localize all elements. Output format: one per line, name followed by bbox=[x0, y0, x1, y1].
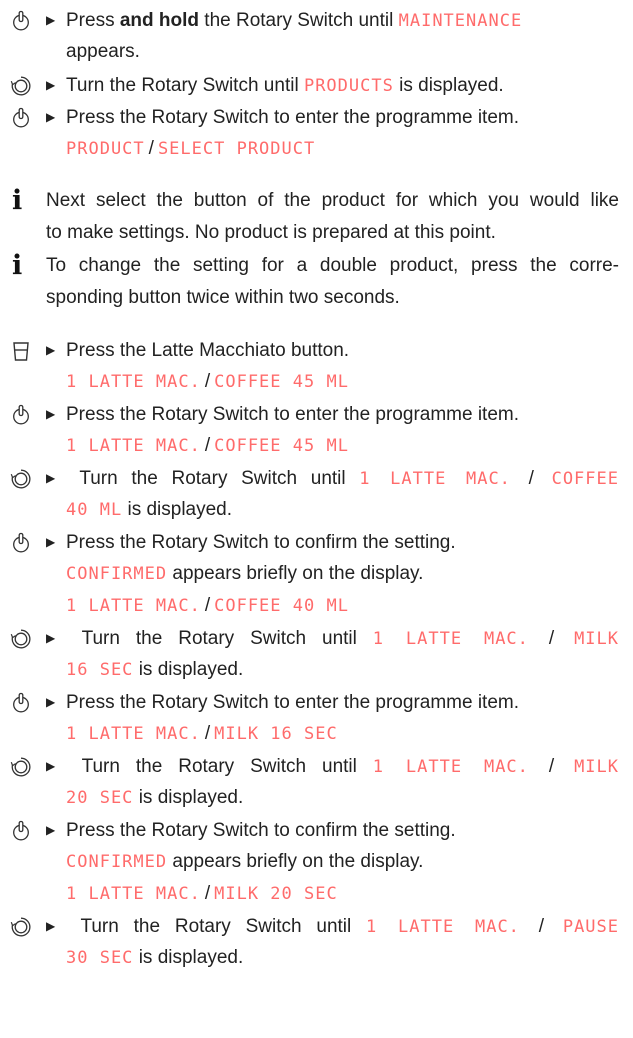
display-text: 30 SEC bbox=[66, 948, 134, 968]
press-switch-icon bbox=[10, 820, 32, 842]
step-text: the Rotary Switch until bbox=[199, 10, 399, 31]
rotate-switch-icon bbox=[10, 75, 32, 97]
step-text: Press the Latte Macchiato button. bbox=[66, 340, 350, 361]
triangle-bullet-icon: ▶ bbox=[46, 343, 56, 357]
display-text: 1 LATTE MAC. bbox=[372, 629, 529, 649]
display-text: 1 LATTE MAC. bbox=[66, 724, 201, 744]
step-text: Press the Rotary Switch to enter the pro… bbox=[66, 404, 520, 425]
separator: / bbox=[204, 371, 211, 392]
display-text: PRODUCTS bbox=[303, 76, 394, 96]
rotate-switch-icon bbox=[10, 468, 32, 490]
display-text: COFFEE 40 ML bbox=[214, 596, 349, 616]
triangle-bullet-icon: ▶ bbox=[46, 78, 56, 92]
info-text: Next select the button of the product fo… bbox=[46, 190, 619, 211]
press-switch-icon bbox=[10, 404, 32, 426]
separator: / bbox=[204, 595, 211, 616]
press-switch-icon bbox=[10, 10, 32, 32]
display-text: 40 ML bbox=[66, 500, 123, 520]
step-text: is displayed. bbox=[133, 787, 244, 808]
triangle-bullet-icon: ▶ bbox=[46, 919, 56, 933]
press-switch-icon bbox=[10, 532, 32, 554]
display-text: 1 LATTE MAC. bbox=[372, 757, 529, 777]
step-text: appears. bbox=[66, 41, 140, 62]
triangle-bullet-icon: ▶ bbox=[46, 823, 56, 837]
display-text: MILK bbox=[574, 629, 620, 649]
info-icon: i bbox=[12, 185, 23, 216]
step-text: Turn the Rotary Switch until bbox=[81, 756, 373, 777]
triangle-bullet-icon: ▶ bbox=[46, 471, 56, 485]
triangle-bullet-icon: ▶ bbox=[46, 110, 56, 124]
display-text: CONFIRMED bbox=[66, 852, 168, 872]
display-text: 16 SEC bbox=[66, 660, 134, 680]
display-text: MILK bbox=[574, 757, 620, 777]
separator: / bbox=[204, 435, 211, 456]
separator: / bbox=[148, 138, 154, 159]
display-text: 20 SEC bbox=[66, 788, 134, 808]
display-text: PAUSE bbox=[562, 917, 620, 937]
display-text: 1 LATTE MAC. bbox=[66, 436, 201, 456]
display-text: PRODUCT bbox=[66, 139, 145, 159]
display-text: 1 LATTE MAC. bbox=[366, 917, 520, 937]
step-text: Turn the Rotary Switch until bbox=[66, 75, 304, 96]
separator: / bbox=[548, 628, 555, 649]
triangle-bullet-icon: ▶ bbox=[46, 759, 56, 773]
step-text: Press the Rotary Switch to confirm the s… bbox=[66, 820, 456, 841]
triangle-bullet-icon: ▶ bbox=[46, 631, 56, 645]
triangle-bullet-icon: ▶ bbox=[46, 535, 56, 549]
display-text: 1 LATTE MAC. bbox=[66, 596, 201, 616]
display-text: 1 LATTE MAC. bbox=[66, 372, 201, 392]
step-text: appears briefly on the display. bbox=[167, 851, 424, 872]
step-text: Turn the Rotary Switch until bbox=[80, 916, 367, 937]
info-text: To change the setting for a double produ… bbox=[46, 255, 619, 276]
separator: / bbox=[548, 756, 555, 777]
triangle-bullet-icon: ▶ bbox=[46, 13, 56, 27]
info-text: sponding button twice within two seconds… bbox=[46, 287, 400, 308]
separator: / bbox=[538, 916, 545, 937]
instruction-document: ▶ Press and hold the Rotary Switch until … bbox=[0, 0, 633, 1038]
display-text: COFFEE bbox=[551, 469, 619, 489]
display-text: COFFEE 45 ML bbox=[214, 372, 349, 392]
rotate-switch-icon bbox=[10, 756, 32, 778]
step-text: is displayed. bbox=[133, 659, 244, 680]
separator: / bbox=[204, 883, 211, 904]
step-text: is displayed. bbox=[393, 75, 504, 96]
triangle-bullet-icon: ▶ bbox=[46, 407, 56, 421]
step-text: is displayed. bbox=[122, 499, 233, 520]
step-text: Press bbox=[66, 10, 120, 31]
latte-macchiato-button-icon bbox=[10, 340, 32, 362]
emphasis-text: and hold bbox=[119, 10, 200, 31]
rotate-switch-icon bbox=[10, 916, 32, 938]
press-switch-icon bbox=[10, 692, 32, 714]
separator: / bbox=[204, 723, 211, 744]
step-text: Turn the Rotary Switch until bbox=[79, 468, 360, 489]
display-text: CONFIRMED bbox=[66, 564, 168, 584]
display-text: MAINTENANCE bbox=[398, 11, 523, 31]
step-text: Press the Rotary Switch to confirm the s… bbox=[66, 532, 456, 553]
triangle-bullet-icon: ▶ bbox=[46, 695, 56, 709]
display-text: MILK 16 SEC bbox=[214, 724, 338, 744]
display-text: 1 LATTE MAC. bbox=[359, 469, 511, 489]
display-text: 1 LATTE MAC. bbox=[66, 884, 201, 904]
display-text: COFFEE 45 ML bbox=[214, 436, 349, 456]
step-text: appears briefly on the display. bbox=[167, 563, 424, 584]
display-text: MILK 20 SEC bbox=[214, 884, 338, 904]
info-icon: i bbox=[12, 250, 23, 281]
step-text: is displayed. bbox=[133, 947, 244, 968]
rotate-switch-icon bbox=[10, 628, 32, 650]
step-text: Turn the Rotary Switch until bbox=[81, 628, 373, 649]
display-text: SELECT PRODUCT bbox=[157, 139, 316, 159]
info-text: to make settings. No product is prepared… bbox=[46, 222, 496, 243]
separator: / bbox=[528, 468, 534, 489]
press-switch-icon bbox=[10, 107, 32, 129]
step-text: Press the Rotary Switch to enter the pro… bbox=[66, 692, 520, 713]
step-text: Press the Rotary Switch to enter the pro… bbox=[66, 107, 520, 128]
